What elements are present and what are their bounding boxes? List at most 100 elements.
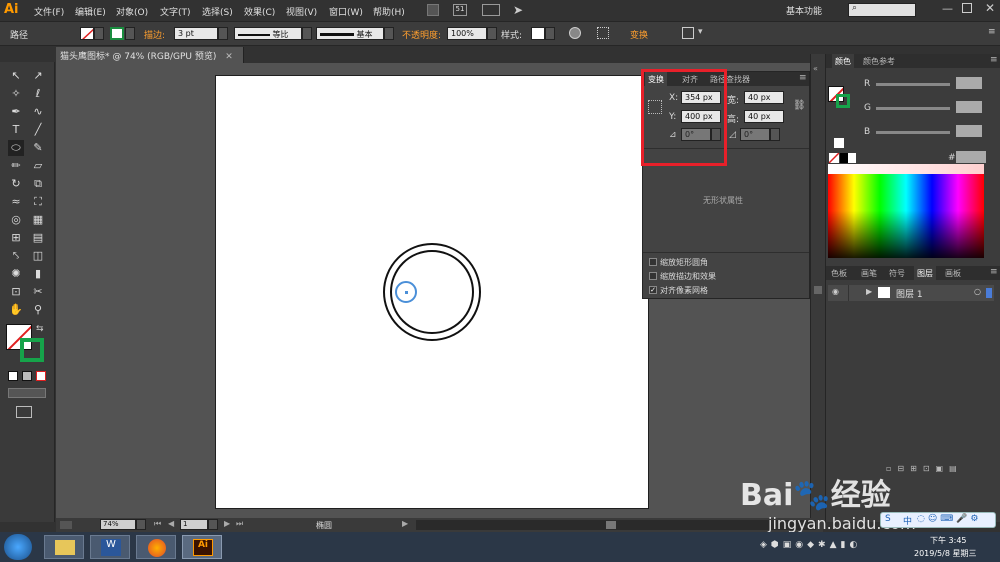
eyedropper-tool-icon[interactable]: ⤣ bbox=[8, 248, 24, 264]
fill-swatch[interactable] bbox=[80, 27, 94, 40]
panel-menu-icon[interactable]: ≡ bbox=[799, 73, 807, 83]
opacity-input[interactable]: 100% bbox=[447, 27, 487, 40]
swap-colors-icon[interactable]: ⇆ bbox=[36, 324, 44, 334]
horizontal-scrollbar[interactable] bbox=[416, 520, 816, 530]
ime-mode[interactable]: 中 bbox=[903, 514, 912, 527]
menu-effect[interactable]: 效果(C) bbox=[244, 5, 275, 18]
rotate-tool-icon[interactable]: ↻ bbox=[8, 176, 24, 192]
stroke-swatch[interactable] bbox=[110, 27, 124, 40]
menu-window[interactable]: 窗口(W) bbox=[329, 5, 363, 18]
variable-width-profile[interactable]: 等比 bbox=[234, 27, 302, 40]
transform-link[interactable]: 变换 bbox=[630, 28, 648, 41]
constrain-link-icon[interactable]: ⛓ bbox=[793, 100, 806, 111]
style-swatch[interactable] bbox=[531, 27, 545, 40]
panel-menu-icon[interactable]: ≡ bbox=[990, 55, 998, 65]
system-tray-icons[interactable]: ◈⬢▣◉◆✱▲▮◐ bbox=[760, 540, 861, 550]
zoom-input[interactable]: 74% bbox=[100, 519, 136, 530]
curvature-tool-icon[interactable]: ∿ bbox=[30, 104, 46, 120]
menu-object[interactable]: 对象(O) bbox=[116, 5, 148, 18]
shear-dropdown[interactable] bbox=[770, 128, 780, 141]
menu-file[interactable]: 文件(F) bbox=[34, 5, 64, 18]
explorer-taskbar-icon[interactable] bbox=[44, 535, 84, 559]
align-pixel-grid-checkbox[interactable]: ✓ bbox=[649, 286, 657, 294]
brush-dropdown[interactable] bbox=[384, 27, 394, 40]
stroke-color-box[interactable] bbox=[20, 338, 44, 362]
color-mode-icon[interactable] bbox=[8, 371, 18, 381]
bridge-icon[interactable] bbox=[427, 4, 439, 16]
spectrum-white-strip[interactable] bbox=[828, 164, 984, 174]
direct-selection-tool-icon[interactable]: ↗ bbox=[30, 68, 46, 84]
send-icon[interactable]: ➤ bbox=[513, 3, 523, 17]
white-swatch[interactable] bbox=[848, 153, 856, 163]
color-spectrum[interactable] bbox=[828, 172, 984, 258]
tab-color[interactable]: 颜色 bbox=[832, 54, 854, 68]
artboard[interactable] bbox=[215, 75, 649, 509]
page-input[interactable]: 1 bbox=[180, 519, 208, 530]
first-page-icon[interactable]: ⏮ bbox=[154, 519, 161, 529]
scroll-thumb[interactable] bbox=[606, 521, 616, 529]
target-icon[interactable]: ○ bbox=[974, 287, 981, 296]
status-menu-icon[interactable]: ▶ bbox=[402, 519, 408, 528]
panel-menu-icon[interactable]: ≡ bbox=[990, 267, 998, 277]
start-button[interactable] bbox=[4, 534, 32, 560]
recolor-icon[interactable] bbox=[569, 27, 581, 39]
perspective-grid-tool-icon[interactable]: ▦ bbox=[30, 212, 46, 228]
paintbrush-tool-icon[interactable]: ✎ bbox=[30, 140, 46, 156]
arrange-docs-icon[interactable] bbox=[482, 4, 500, 16]
stock-icon[interactable]: 51 bbox=[453, 4, 467, 16]
illustrator-taskbar-icon[interactable]: Ai bbox=[182, 535, 222, 559]
column-graph-tool-icon[interactable]: ▮ bbox=[30, 266, 46, 282]
magic-wand-tool-icon[interactable]: ✧ bbox=[8, 86, 24, 102]
menu-help[interactable]: 帮助(H) bbox=[373, 5, 405, 18]
type-tool-icon[interactable]: T bbox=[8, 122, 24, 138]
expand-arrow-icon[interactable]: ▶ bbox=[866, 287, 872, 296]
ime-toolbar[interactable]: S 中 ◌☺⌨🎤⚙ bbox=[880, 512, 996, 528]
tab-symbols[interactable]: 符号 bbox=[886, 266, 908, 280]
artboard-tool-icon[interactable]: ⊡ bbox=[8, 284, 24, 300]
tab-layers[interactable]: 图层 bbox=[914, 266, 936, 280]
shape-builder-tool-icon[interactable]: ◎ bbox=[8, 212, 24, 228]
profile-dropdown[interactable] bbox=[302, 27, 312, 40]
pen-tool-icon[interactable]: ✒ bbox=[8, 104, 24, 120]
last-page-icon[interactable]: ⏭ bbox=[236, 519, 243, 529]
eye-icon[interactable]: ◉ bbox=[832, 287, 842, 297]
clock-time[interactable]: 下午 3:45 bbox=[930, 535, 967, 546]
ime-logo-icon[interactable]: S bbox=[885, 514, 891, 524]
scale-corners-checkbox[interactable] bbox=[649, 258, 657, 266]
workspace-switcher[interactable]: 基本功能 bbox=[786, 4, 822, 17]
artwork[interactable] bbox=[216, 76, 650, 510]
r-input[interactable] bbox=[956, 77, 982, 89]
gradient-tool-icon[interactable]: ▤ bbox=[30, 230, 46, 246]
screen-mode-icon[interactable] bbox=[16, 406, 32, 418]
hand-tool-icon[interactable]: ✋ bbox=[8, 302, 24, 318]
none-swatch[interactable] bbox=[829, 153, 839, 163]
free-transform-tool-icon[interactable]: ⛶ bbox=[30, 194, 46, 210]
prev-page-icon[interactable]: ◀ bbox=[168, 519, 174, 528]
r-slider[interactable] bbox=[876, 83, 950, 86]
close-button[interactable]: ✕ bbox=[985, 1, 995, 15]
menu-view[interactable]: 视图(V) bbox=[286, 5, 317, 18]
dock-chevron-icon[interactable]: « bbox=[813, 64, 818, 73]
word-taskbar-icon[interactable]: W bbox=[90, 535, 130, 559]
tab-brushes[interactable]: 画笔 bbox=[858, 266, 880, 280]
width-tool-icon[interactable]: ≈ bbox=[8, 194, 24, 210]
page-dropdown[interactable] bbox=[208, 519, 218, 530]
tab-artboards[interactable]: 画板 bbox=[942, 266, 964, 280]
menu-type[interactable]: 文字(T) bbox=[160, 5, 191, 18]
opacity-dropdown[interactable] bbox=[487, 27, 497, 40]
stroke-weight-dropdown[interactable] bbox=[218, 27, 228, 40]
mesh-tool-icon[interactable]: ⊞ bbox=[8, 230, 24, 246]
stroke-label[interactable]: 描边: bbox=[144, 28, 165, 41]
zoom-nav-icon[interactable] bbox=[60, 521, 72, 529]
pencil-tool-icon[interactable]: ✏ bbox=[8, 158, 24, 174]
style-dropdown[interactable] bbox=[545, 27, 555, 40]
height-input[interactable]: 40 px bbox=[744, 110, 784, 123]
minimize-button[interactable]: — bbox=[942, 2, 953, 15]
scale-strokes-checkbox[interactable] bbox=[649, 272, 657, 280]
close-tab-icon[interactable]: ✕ bbox=[225, 52, 233, 62]
layer-tools-icons[interactable]: ▫⊟⊞⊡▣▤ bbox=[886, 464, 996, 476]
g-slider[interactable] bbox=[876, 107, 950, 110]
none-mode-icon[interactable] bbox=[36, 371, 46, 381]
zoom-tool-icon[interactable]: ⚲ bbox=[30, 302, 46, 318]
panel-menu-icon[interactable]: ≡ bbox=[988, 27, 996, 37]
